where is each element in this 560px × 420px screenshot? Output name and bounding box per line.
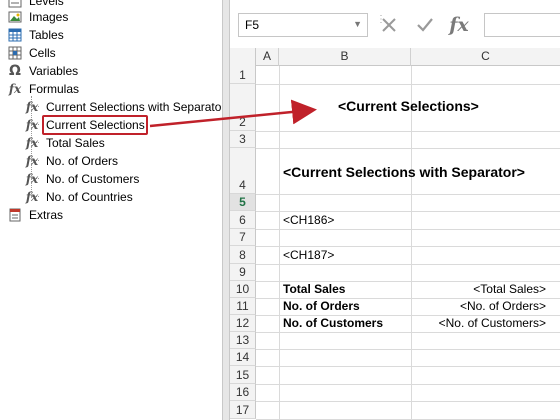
tree-item-no-of-customers[interactable]: fx No. of Customers xyxy=(24,170,141,188)
grid-line xyxy=(256,246,560,247)
row-header[interactable]: 17 xyxy=(230,401,256,419)
insert-function-button[interactable]: fx xyxy=(444,12,474,38)
grid-line xyxy=(256,148,560,149)
row-header[interactable]: 2 xyxy=(230,84,256,131)
grid-line xyxy=(256,349,560,350)
cell-b2-current-selections[interactable]: <Current Selections> xyxy=(338,98,479,114)
row-header[interactable]: 7 xyxy=(230,229,256,246)
grid-line xyxy=(256,194,560,195)
check-icon[interactable] xyxy=(410,12,440,38)
fx-icon: fx xyxy=(25,190,39,204)
cell-c11[interactable]: <No. of Orders> xyxy=(411,299,546,313)
grid-line xyxy=(256,229,560,230)
row-header[interactable]: 11 xyxy=(230,298,256,315)
cell-b12-no-of-customers[interactable]: No. of Customers xyxy=(283,316,383,330)
fx-icon: fx xyxy=(25,154,39,168)
fx-icon: fx xyxy=(25,136,39,150)
row-header[interactable]: 14 xyxy=(230,349,256,366)
tree-item-no-of-countries[interactable]: fx No. of Countries xyxy=(24,188,135,206)
tree-item-variables[interactable]: Ω Variables xyxy=(7,62,80,80)
grid-line xyxy=(256,211,560,212)
row-header[interactable]: 15 xyxy=(230,366,256,384)
cell-c10[interactable]: <Total Sales> xyxy=(411,282,546,296)
extras-icon xyxy=(7,207,23,223)
row-header[interactable]: 12 xyxy=(230,315,256,332)
close-icon[interactable] xyxy=(374,12,404,38)
tree-item-label: Total Sales xyxy=(46,136,105,150)
grid-line xyxy=(256,332,560,333)
cell-c12[interactable]: <No. of Customers> xyxy=(411,316,546,330)
name-box[interactable]: F5 ▼ xyxy=(238,13,368,37)
tree-item-images[interactable]: Images xyxy=(7,8,70,26)
tree-item-label: Current Selections with Separator xyxy=(46,100,226,114)
table-icon xyxy=(7,27,23,43)
grid-line xyxy=(256,384,560,385)
tree-item-tables[interactable]: Tables xyxy=(7,26,66,44)
cell-b4-current-selections-with-separator[interactable]: <Current Selections with Separator> xyxy=(283,164,525,180)
row-header[interactable]: 1 xyxy=(230,66,256,84)
row-header-active[interactable]: 5 xyxy=(230,194,256,211)
template-tree-panel: Levels Images Tables Cells Ω Variables f… xyxy=(0,0,225,420)
omega-icon: Ω xyxy=(9,63,21,79)
column-header-b[interactable]: B xyxy=(279,48,411,66)
tree-item-total-sales[interactable]: fx Total Sales xyxy=(24,134,107,152)
row-header[interactable]: 10 xyxy=(230,281,256,298)
row-header[interactable]: 8 xyxy=(230,246,256,264)
column-header-row: A B C xyxy=(230,48,560,66)
fx-icon: fx xyxy=(8,82,22,96)
column-header-c[interactable]: C xyxy=(411,48,560,66)
formula-bar: F5 ▼ ⋮ fx xyxy=(230,0,560,48)
tree-item-no-of-orders[interactable]: fx No. of Orders xyxy=(24,152,120,170)
row-header[interactable]: 13 xyxy=(230,332,256,349)
chevron-down-icon[interactable]: ▼ xyxy=(353,19,362,29)
tree-item-extras[interactable]: Extras xyxy=(7,206,65,224)
tree-item-label: Cells xyxy=(29,46,56,60)
tree-item-label: Tables xyxy=(29,28,64,42)
select-all-corner[interactable] xyxy=(230,48,256,66)
cells-icon xyxy=(7,45,23,61)
row-header[interactable]: 6 xyxy=(230,211,256,229)
row-header[interactable]: 4 xyxy=(230,148,256,194)
row-header[interactable]: 9 xyxy=(230,264,256,281)
name-box-value: F5 xyxy=(245,18,260,32)
tree-item-label: Images xyxy=(29,10,69,24)
tree-item-cells[interactable]: Cells xyxy=(7,44,58,62)
cell-b8[interactable]: <CH187> xyxy=(283,248,334,262)
spreadsheet-grid: A B C 1 2 3 4 5 6 7 8 9 10 11 12 13 14 1… xyxy=(230,48,560,420)
cell-b10-total-sales[interactable]: Total Sales xyxy=(283,282,345,296)
grid-line xyxy=(256,401,560,402)
tree-item-label: Extras xyxy=(29,208,64,222)
tree-item-formulas[interactable]: fx Formulas xyxy=(7,80,81,98)
cell-b11-no-of-orders[interactable]: No. of Orders xyxy=(283,299,360,313)
tree-item-label: No. of Orders xyxy=(46,154,119,168)
tree-item-label: No. of Customers xyxy=(46,172,140,186)
tree-item-label: Variables xyxy=(29,64,79,78)
tree-item-label: No. of Countries xyxy=(46,190,133,204)
tree-item-current-selections-with-separator[interactable]: fx Current Selections with Separator xyxy=(24,98,227,116)
selection-highlight-box xyxy=(42,115,148,135)
cell-b6[interactable]: <CH186> xyxy=(283,213,334,227)
fx-icon: fx xyxy=(25,118,39,132)
tree-item-label: Formulas xyxy=(29,82,80,96)
formula-input[interactable] xyxy=(484,13,560,37)
column-header-a[interactable]: A xyxy=(256,48,279,66)
images-icon xyxy=(7,9,23,25)
fx-icon: fx xyxy=(25,100,39,114)
grid-line xyxy=(256,84,560,85)
row-header[interactable]: 16 xyxy=(230,384,256,401)
row-header[interactable]: 3 xyxy=(230,131,256,148)
fx-icon: fx xyxy=(25,172,39,186)
grid-line xyxy=(256,264,560,265)
grid-line xyxy=(256,131,560,132)
grid-line xyxy=(256,366,560,367)
panel-splitter[interactable] xyxy=(222,0,230,420)
